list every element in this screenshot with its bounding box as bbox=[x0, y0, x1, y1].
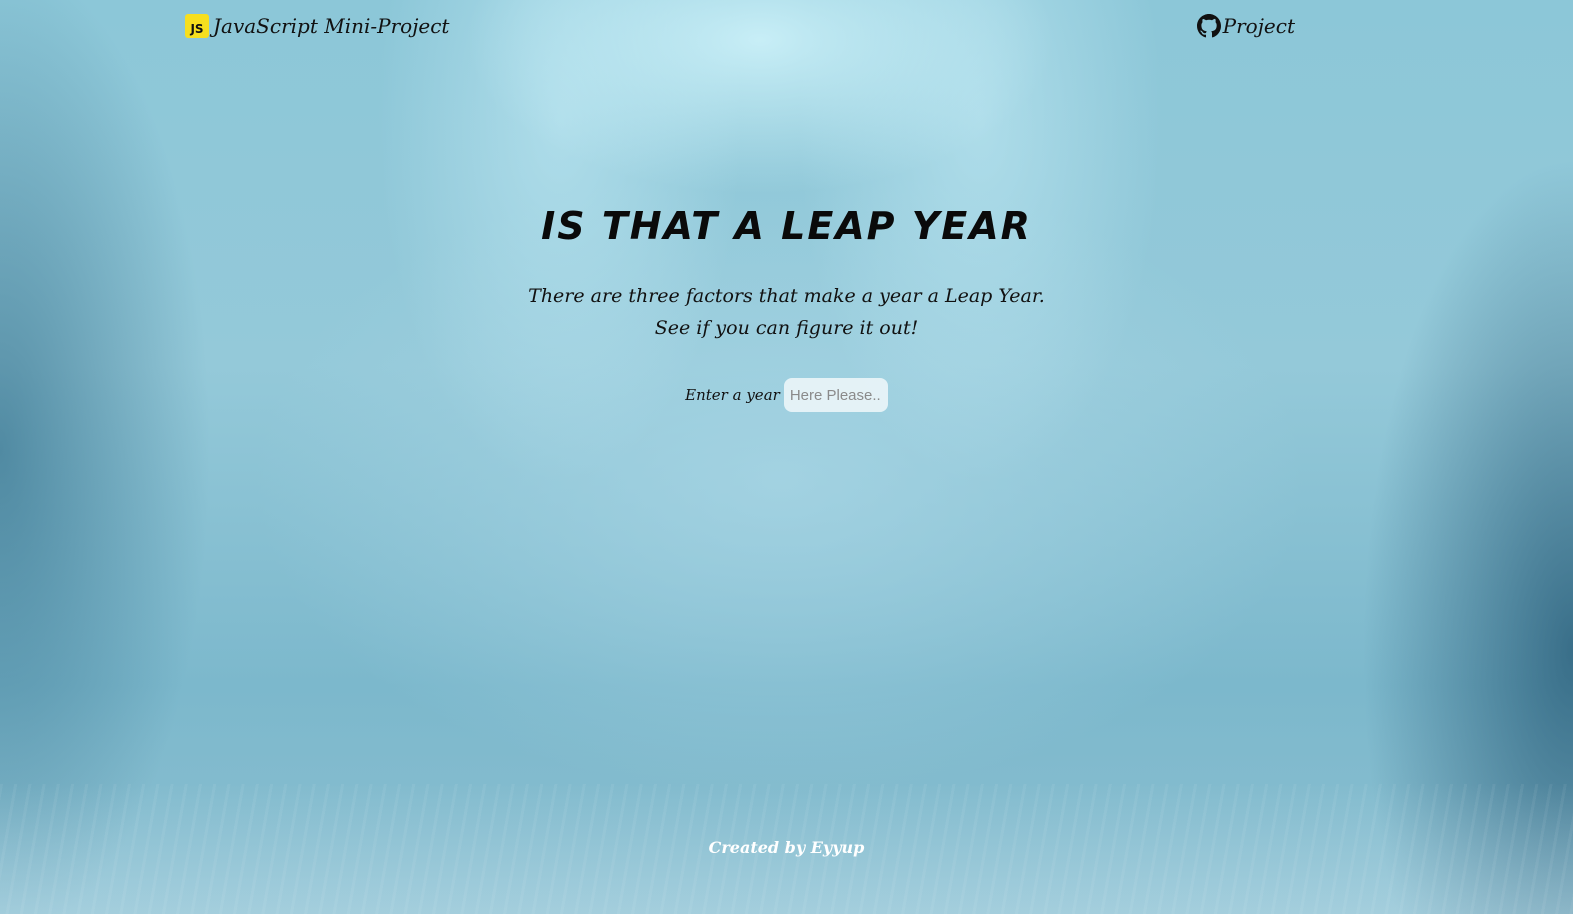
js-logo-icon: JS bbox=[185, 14, 209, 38]
main-content: IS THAT A LEAP YEAR There are three fact… bbox=[0, 200, 1573, 412]
top-navbar: JS JavaScript Mini-Project Project bbox=[185, 10, 1295, 42]
year-label: Enter a year bbox=[685, 386, 780, 404]
year-input[interactable] bbox=[783, 378, 888, 412]
footer-credit: Created by Eyyup bbox=[708, 838, 865, 857]
brand-link[interactable]: JS JavaScript Mini-Project bbox=[185, 14, 449, 38]
github-project-link[interactable]: Project bbox=[1196, 14, 1295, 38]
description-line-2: See if you can figure it out! bbox=[654, 317, 919, 339]
year-form: Enter a year bbox=[0, 378, 1573, 412]
page-title: IS THAT A LEAP YEAR bbox=[541, 204, 1032, 248]
github-icon bbox=[1196, 14, 1221, 38]
brand-title: JavaScript Mini-Project bbox=[213, 14, 450, 38]
project-link-label: Project bbox=[1222, 14, 1295, 38]
description-line-1: There are three factors that make a year… bbox=[528, 285, 1045, 307]
description: There are three factors that make a year… bbox=[0, 280, 1573, 344]
